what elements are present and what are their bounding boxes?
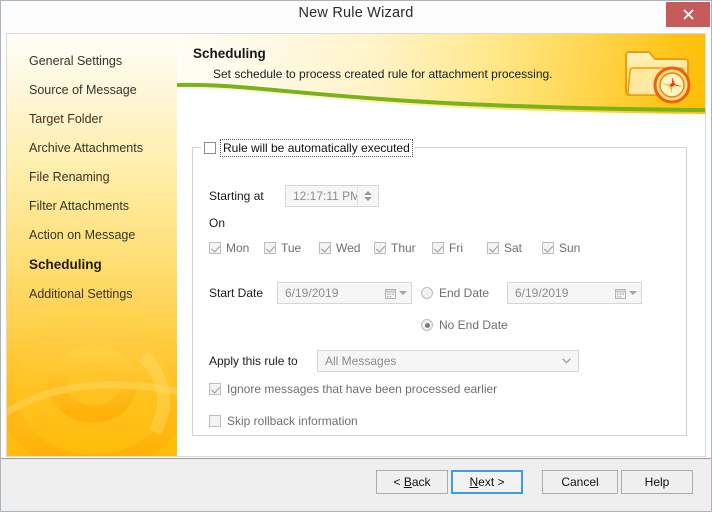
checkbox-icon[interactable] [374, 242, 386, 254]
window-title: New Rule Wizard [298, 5, 414, 21]
days-row: Mon Tue Wed Thur Fri Sat Sun [209, 241, 580, 255]
start-date-value: 6/19/2019 [285, 286, 339, 300]
skip-rollback-label: Skip rollback information [227, 414, 358, 428]
at-symbol-watermark [7, 302, 177, 456]
wizard-sidebar: General Settings Source of Message Targe… [7, 34, 177, 456]
title-bar: New Rule Wizard [1, 1, 711, 30]
chevron-down-icon[interactable] [399, 291, 407, 295]
back-suffix: ack [411, 475, 431, 489]
chevron-down-icon[interactable] [554, 351, 578, 371]
chevron-down-icon[interactable] [629, 291, 637, 295]
help-button[interactable]: Help [621, 470, 693, 494]
next-mnemonic: N [469, 475, 479, 489]
next-button[interactable]: Next > [451, 470, 523, 494]
day-checkbox-thur[interactable]: Thur [374, 241, 432, 255]
day-label: Fri [449, 241, 463, 255]
day-label: Thur [391, 241, 416, 255]
checkbox-icon[interactable] [487, 242, 499, 254]
day-checkbox-fri[interactable]: Fri [432, 241, 487, 255]
no-end-date-radio[interactable] [421, 319, 433, 331]
day-checkbox-tue[interactable]: Tue [264, 241, 319, 255]
day-checkbox-sun[interactable]: Sun [542, 241, 580, 255]
starting-at-row: Starting at 12:17:11 PM [209, 185, 379, 207]
sidebar-item-scheduling[interactable]: Scheduling [7, 249, 177, 279]
sidebar-item-target-folder[interactable]: Target Folder [7, 104, 177, 133]
checkbox-icon[interactable] [264, 242, 276, 254]
back-prefix: < [393, 475, 404, 489]
end-date-value: 6/19/2019 [515, 286, 569, 300]
sidebar-item-archive-attachments[interactable]: Archive Attachments [7, 133, 177, 162]
day-label: Tue [281, 241, 302, 255]
content-frame: General Settings Source of Message Targe… [6, 33, 706, 457]
apply-rule-select[interactable]: All Messages [317, 350, 579, 372]
new-rule-wizard-window: New Rule Wizard General Settings Source … [0, 0, 712, 512]
checkbox-icon[interactable] [319, 242, 331, 254]
start-date-label: Start Date [209, 286, 264, 300]
next-suffix: ext > [478, 475, 505, 489]
end-date-label: End Date [439, 286, 490, 300]
sidebar-item-filter-attachments[interactable]: Filter Attachments [7, 191, 177, 220]
start-date-field[interactable]: 6/19/2019 [277, 282, 412, 304]
no-end-date-row[interactable]: No End Date [421, 318, 508, 332]
checkbox-icon[interactable] [542, 242, 554, 254]
sidebar-nav: General Settings Source of Message Targe… [7, 34, 177, 308]
sidebar-item-file-renaming[interactable]: File Renaming [7, 162, 177, 191]
sidebar-item-source-of-message[interactable]: Source of Message [7, 75, 177, 104]
page-banner: Scheduling Set schedule to process creat… [177, 34, 705, 120]
page-title: Scheduling [193, 46, 266, 61]
sidebar-item-additional-settings[interactable]: Additional Settings [7, 279, 177, 308]
calendar-icon [385, 288, 396, 299]
apply-rule-label: Apply this rule to [209, 354, 298, 368]
ignore-processed-checkbox[interactable] [209, 383, 221, 395]
ignore-processed-row[interactable]: Ignore messages that have been processed… [209, 382, 497, 396]
back-button[interactable]: < Back [376, 470, 448, 494]
day-label: Wed [336, 241, 361, 255]
day-label: Sun [559, 241, 581, 255]
skip-rollback-row[interactable]: Skip rollback information [209, 414, 358, 428]
apply-rule-row: Apply this rule to All Messages [209, 350, 579, 372]
spinner-down-icon[interactable] [364, 197, 372, 201]
time-spinner[interactable] [357, 186, 378, 206]
day-checkbox-mon[interactable]: Mon [209, 241, 264, 255]
window-body: General Settings Source of Message Targe… [1, 29, 711, 459]
schedule-fields: Starting at 12:17:11 PM On Mon Tue Wed T… [193, 148, 686, 435]
wizard-footer: < Back Next > Cancel Help [1, 458, 711, 511]
close-icon[interactable] [666, 2, 710, 27]
day-checkbox-wed[interactable]: Wed [319, 241, 374, 255]
starting-at-value: 12:17:11 PM [293, 189, 357, 203]
end-date-picker-button[interactable] [611, 283, 641, 303]
on-row: On [209, 216, 225, 230]
apply-rule-value: All Messages [325, 354, 397, 368]
cancel-button[interactable]: Cancel [542, 470, 618, 494]
sidebar-item-action-on-message[interactable]: Action on Message [7, 220, 177, 249]
end-date-field[interactable]: 6/19/2019 [507, 282, 642, 304]
wizard-pane: Scheduling Set schedule to process creat… [177, 34, 705, 456]
on-label: On [209, 216, 226, 230]
day-checkbox-sat[interactable]: Sat [487, 241, 542, 255]
ignore-processed-label: Ignore messages that have been processed… [227, 382, 498, 396]
day-label: Sat [504, 241, 523, 255]
day-label: Mon [226, 241, 250, 255]
end-date-radio[interactable] [421, 287, 433, 299]
starting-at-time-field[interactable]: 12:17:11 PM [285, 185, 379, 207]
skip-rollback-checkbox[interactable] [209, 415, 221, 427]
folder-clock-icon [625, 51, 691, 104]
schedule-groupbox: Rule will be automatically executed Star… [192, 139, 687, 436]
start-date-row: Start Date 6/19/2019 [209, 282, 412, 304]
end-date-row: End Date 6/19/2019 [421, 282, 642, 304]
sidebar-item-general-settings[interactable]: General Settings [7, 46, 177, 75]
checkbox-icon[interactable] [209, 242, 221, 254]
starting-at-label: Starting at [209, 189, 264, 203]
no-end-date-label: No End Date [439, 318, 508, 332]
spinner-up-icon[interactable] [364, 191, 372, 195]
back-mnemonic: B [403, 475, 412, 489]
checkbox-icon[interactable] [432, 242, 444, 254]
start-date-picker-button[interactable] [381, 283, 411, 303]
calendar-icon [615, 288, 626, 299]
